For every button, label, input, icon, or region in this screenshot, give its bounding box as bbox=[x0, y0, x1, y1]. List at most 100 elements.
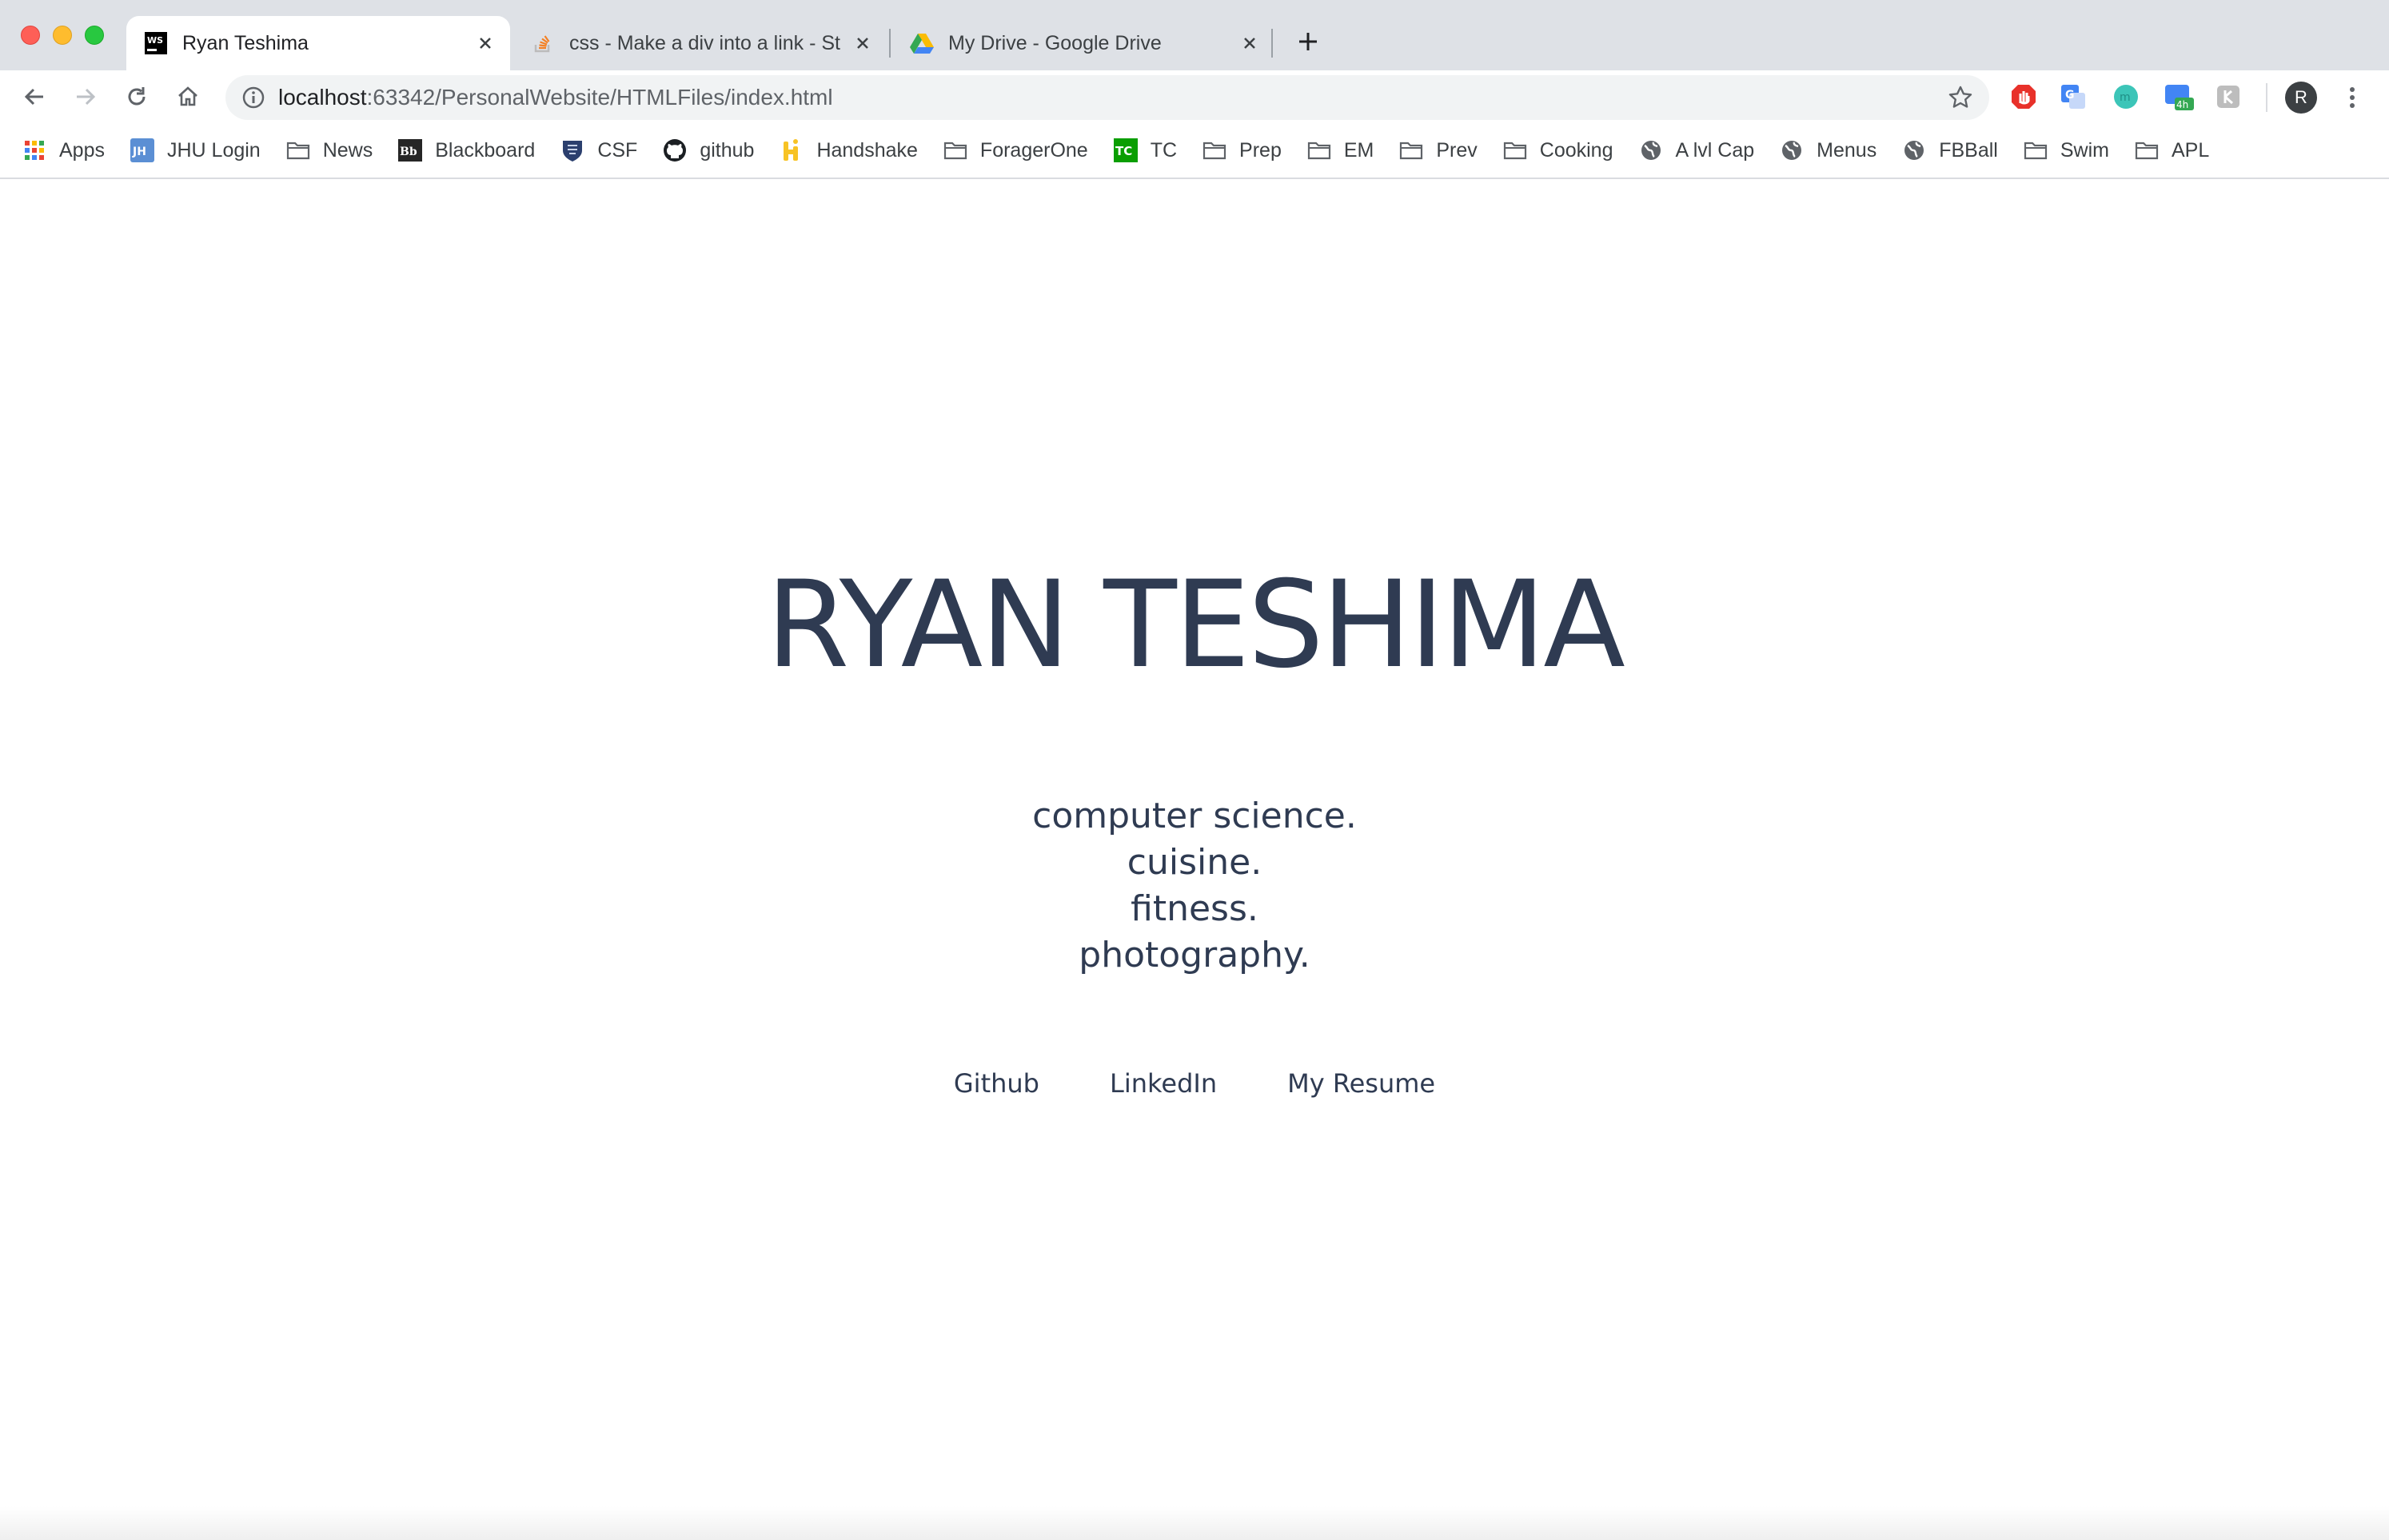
window-minimize-button[interactable] bbox=[53, 26, 72, 45]
bookmark-prev[interactable]: Prev bbox=[1399, 130, 1478, 170]
folder-icon bbox=[1202, 138, 1226, 162]
profile-avatar[interactable]: R bbox=[2285, 82, 2317, 114]
svg-text:G: G bbox=[2065, 89, 2075, 102]
github-icon bbox=[663, 138, 687, 162]
folder-icon bbox=[286, 138, 310, 162]
close-icon[interactable] bbox=[851, 31, 875, 55]
tab-google-drive[interactable]: My Drive - Google Drive bbox=[892, 16, 1274, 70]
folder-icon bbox=[943, 138, 967, 162]
extension-badge: 4h bbox=[2176, 99, 2188, 110]
interest-item: cuisine. bbox=[1127, 842, 1262, 883]
url-host: localhost bbox=[278, 85, 367, 110]
reload-button[interactable] bbox=[120, 80, 154, 114]
bookmark-em[interactable]: EM bbox=[1307, 130, 1374, 170]
info-icon[interactable] bbox=[241, 86, 265, 110]
globe-icon bbox=[1902, 138, 1926, 162]
bookmark-menus[interactable]: Menus bbox=[1780, 130, 1877, 170]
folder-icon bbox=[1399, 138, 1423, 162]
bookmark-label: EM bbox=[1343, 138, 1374, 162]
tab-separator bbox=[889, 29, 891, 58]
folder-icon bbox=[2135, 138, 2159, 162]
window-maximize-button[interactable] bbox=[85, 26, 104, 45]
bookmark-foragerone[interactable]: ForagerOne bbox=[943, 130, 1088, 170]
tab-stackoverflow[interactable]: css - Make a div into a link - St bbox=[513, 16, 887, 70]
interest-item: photography. bbox=[1079, 935, 1310, 975]
reload-icon bbox=[128, 87, 146, 106]
linkedin-link[interactable]: LinkedIn bbox=[1110, 1068, 1217, 1099]
techcrunch-icon: TC bbox=[1113, 138, 1138, 162]
profile-initial: R bbox=[2295, 87, 2307, 107]
back-button[interactable] bbox=[18, 80, 51, 114]
bookmark-label: Prev bbox=[1436, 138, 1478, 162]
tab-ryan-teshima[interactable]: WS Ryan Teshima bbox=[126, 16, 510, 70]
svg-text:m: m bbox=[2120, 91, 2131, 104]
bookmark-label: News bbox=[322, 138, 373, 162]
close-icon[interactable] bbox=[473, 31, 497, 55]
svg-text:WS: WS bbox=[147, 35, 163, 46]
tab-title: css - Make a div into a link - St bbox=[569, 31, 841, 54]
social-links: Github LinkedIn My Resume bbox=[0, 1068, 2389, 1099]
google-translate-extension-icon[interactable]: G bbox=[2058, 82, 2088, 112]
bookmark-label: Blackboard bbox=[435, 138, 536, 162]
bookmark-apps[interactable]: Apps bbox=[22, 130, 105, 170]
blackboard-icon: Bb bbox=[398, 138, 423, 162]
tab-title: Ryan Teshima bbox=[182, 31, 309, 54]
bookmark-a-lvl-cap[interactable]: A lvl Cap bbox=[1639, 130, 1754, 170]
resume-link[interactable]: My Resume bbox=[1287, 1068, 1435, 1099]
bookmark-label: FBBall bbox=[1939, 138, 1998, 162]
window-close-button[interactable] bbox=[21, 26, 40, 45]
bookmark-handshake[interactable]: Handshake bbox=[780, 130, 918, 170]
teal-extension-icon[interactable]: m bbox=[2111, 82, 2141, 112]
home-button[interactable] bbox=[171, 80, 205, 114]
arrow-right-icon bbox=[77, 88, 96, 106]
bookmark-label: APL bbox=[2171, 138, 2210, 162]
browser-toolbar: localhost:63342/PersonalWebsite/HTMLFile… bbox=[0, 70, 2389, 123]
bookmark-github[interactable]: github bbox=[663, 130, 754, 170]
forward-button[interactable] bbox=[69, 80, 102, 114]
bookmark-tc[interactable]: TC TC bbox=[1113, 130, 1178, 170]
close-icon[interactable] bbox=[1238, 31, 1262, 55]
adblock-extension-icon[interactable] bbox=[2008, 82, 2039, 112]
tab-strip: WS Ryan Teshima css - Make a div into a … bbox=[0, 0, 2389, 70]
page-title: RYAN TESHIMA bbox=[766, 556, 1625, 695]
home-icon bbox=[178, 86, 197, 106]
calendar-extension-icon[interactable]: 4h bbox=[2164, 82, 2194, 112]
svg-text:JH: JH bbox=[132, 146, 146, 158]
bookmark-label: Handshake bbox=[816, 138, 918, 162]
tab-title: My Drive - Google Drive bbox=[948, 31, 1162, 54]
bookmark-swim[interactable]: Swim bbox=[2024, 130, 2109, 170]
bookmark-fbball[interactable]: FBBall bbox=[1902, 130, 1998, 170]
interest-item: fitness. bbox=[1131, 888, 1258, 929]
stackoverflow-icon bbox=[531, 31, 555, 55]
bookmark-apl[interactable]: APL bbox=[2135, 130, 2209, 170]
bookmark-blackboard[interactable]: Bb Blackboard bbox=[398, 130, 535, 170]
bookmark-label: TC bbox=[1150, 138, 1178, 162]
bookmark-prep[interactable]: Prep bbox=[1202, 130, 1282, 170]
bookmark-jhu-login[interactable]: JH JHU Login bbox=[130, 130, 261, 170]
web-page: RYAN TESHIMA computer science. cuisine. … bbox=[0, 179, 2389, 1540]
window-bottom-edge bbox=[0, 1506, 2389, 1540]
interest-item: computer science. bbox=[1032, 796, 1357, 836]
bookmark-label: Swim bbox=[2060, 138, 2109, 162]
folder-icon bbox=[1503, 138, 1527, 162]
bookmark-label: Prep bbox=[1239, 138, 1282, 162]
bookmark-cooking[interactable]: Cooking bbox=[1503, 130, 1613, 170]
bookmark-label: Cooking bbox=[1539, 138, 1613, 162]
interests-list: computer science. cuisine. fitness. phot… bbox=[0, 793, 2389, 979]
address-bar[interactable]: localhost:63342/PersonalWebsite/HTMLFile… bbox=[225, 75, 1989, 120]
star-bookmark-icon[interactable] bbox=[1948, 85, 1973, 110]
chrome-menu-button[interactable] bbox=[2338, 82, 2367, 114]
grey-extension-icon[interactable] bbox=[2213, 82, 2243, 112]
apps-grid-icon bbox=[22, 138, 46, 162]
github-link[interactable]: Github bbox=[954, 1068, 1039, 1099]
bookmark-news[interactable]: News bbox=[286, 130, 373, 170]
bookmark-label: ForagerOne bbox=[979, 138, 1088, 162]
toolbar-divider bbox=[2266, 83, 2267, 112]
google-drive-icon bbox=[910, 31, 934, 55]
bookmark-label: github bbox=[700, 138, 755, 162]
folder-icon bbox=[2024, 138, 2048, 162]
new-tab-button[interactable] bbox=[1292, 26, 1324, 58]
globe-icon bbox=[1780, 138, 1804, 162]
tab-separator bbox=[1271, 29, 1273, 58]
bookmark-csf[interactable]: CSF bbox=[560, 130, 637, 170]
